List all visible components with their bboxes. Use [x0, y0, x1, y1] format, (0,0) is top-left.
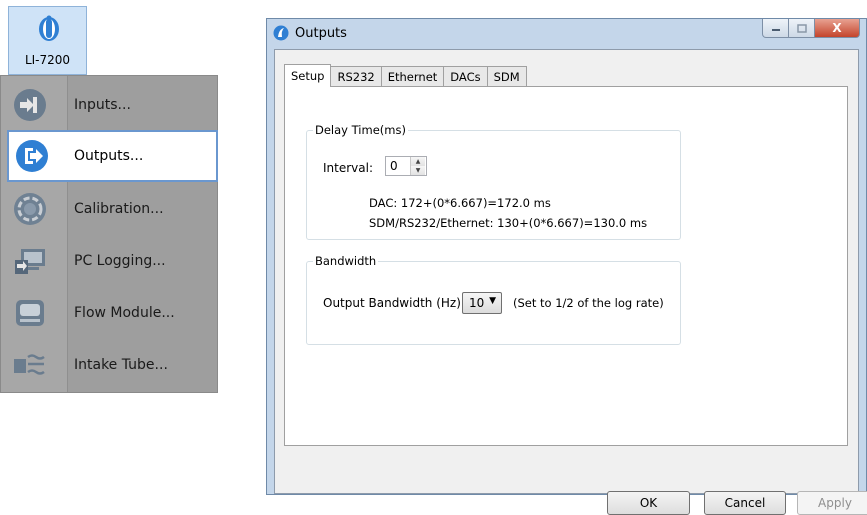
menu-item-outputs[interactable]: Outputs... — [7, 130, 218, 182]
device-menu: Inputs... Outputs... Calibration... PC L… — [0, 75, 218, 393]
tab-dacs[interactable]: DACs — [443, 66, 488, 86]
bandwidth-group-title: Bandwidth — [313, 254, 379, 268]
pc-logging-icon — [15, 249, 45, 274]
chevron-down-icon: ▼ — [489, 296, 496, 306]
menu-item-label: Inputs... — [74, 97, 131, 113]
bandwidth-select[interactable]: 10 ▼ — [462, 292, 502, 314]
menu-item-label: Outputs... — [74, 148, 144, 164]
tab-ethernet[interactable]: Ethernet — [380, 66, 445, 86]
app-icon — [273, 25, 289, 41]
minimize-icon — [771, 29, 780, 31]
menu-item-calibration[interactable]: Calibration... — [1, 183, 217, 235]
menu-item-label: Calibration... — [74, 201, 164, 217]
menu-item-inputs[interactable]: Inputs... — [1, 79, 217, 131]
spin-buttons: ▲ ▼ — [410, 157, 426, 175]
maximize-icon — [796, 23, 807, 33]
li-cor-logo-icon — [39, 15, 59, 41]
dac-delay-text: DAC: 172+(0*6.667)=172.0 ms — [369, 196, 551, 210]
close-button[interactable]: X — [815, 19, 860, 38]
title-bar[interactable]: Outputs X — [267, 19, 866, 49]
interval-spinbox[interactable]: 0 ▲ ▼ — [385, 156, 427, 176]
bandwidth-note: (Set to 1/2 of the log rate) — [513, 296, 664, 310]
sdm-delay-text: SDM/RS232/Ethernet: 130+(0*6.667)=130.0 … — [369, 216, 648, 230]
calibration-icon — [14, 193, 46, 225]
outputs-icon — [16, 140, 48, 172]
outputs-dialog: Outputs X Setup RS232 Ethernet DACs SDM … — [266, 18, 867, 515]
dialog-client: Setup RS232 Ethernet DACs SDM Delay Time… — [274, 49, 867, 515]
bandwidth-label: Output Bandwidth (Hz): — [323, 296, 465, 310]
tab-setup[interactable]: Setup — [284, 64, 332, 87]
menu-item-pc-logging[interactable]: PC Logging... — [1, 235, 217, 287]
tab-sdm[interactable]: SDM — [486, 66, 527, 86]
maximize-button[interactable] — [789, 19, 815, 38]
device-label: LI-7200 — [24, 53, 71, 67]
flow-module-icon — [16, 300, 44, 326]
close-icon: X — [832, 21, 842, 35]
tab-rs232[interactable]: RS232 — [330, 66, 382, 86]
minimize-button[interactable] — [762, 19, 789, 38]
interval-label: Interval: — [323, 161, 373, 175]
menu-item-label: PC Logging... — [74, 253, 166, 269]
intake-tube-icon — [14, 354, 45, 375]
interval-value: 0 — [390, 159, 398, 173]
inputs-icon — [14, 89, 46, 121]
device-tab[interactable]: LI-7200 — [8, 6, 87, 75]
menu-item-flow-module[interactable]: Flow Module... — [1, 287, 217, 339]
tab-bar: Setup RS232 Ethernet DACs SDM — [284, 64, 527, 87]
spin-down-icon[interactable]: ▼ — [411, 166, 425, 175]
bandwidth-group: Bandwidth Output Bandwidth (Hz): 10 ▼ (S… — [306, 254, 681, 345]
bandwidth-value: 10 — [469, 296, 485, 310]
menu-item-intake-tube[interactable]: Intake Tube... — [1, 339, 217, 391]
delay-time-group: Delay Time(ms) Interval: 0 ▲ ▼ DAC: 172+… — [306, 123, 681, 240]
menu-item-label: Flow Module... — [74, 305, 175, 321]
dialog-title: Outputs — [295, 26, 347, 41]
window-buttons: X — [762, 19, 860, 39]
setup-panel: Delay Time(ms) Interval: 0 ▲ ▼ DAC: 172+… — [284, 86, 848, 446]
delay-group-title: Delay Time(ms) — [313, 123, 408, 137]
menu-item-label: Intake Tube... — [74, 357, 168, 373]
